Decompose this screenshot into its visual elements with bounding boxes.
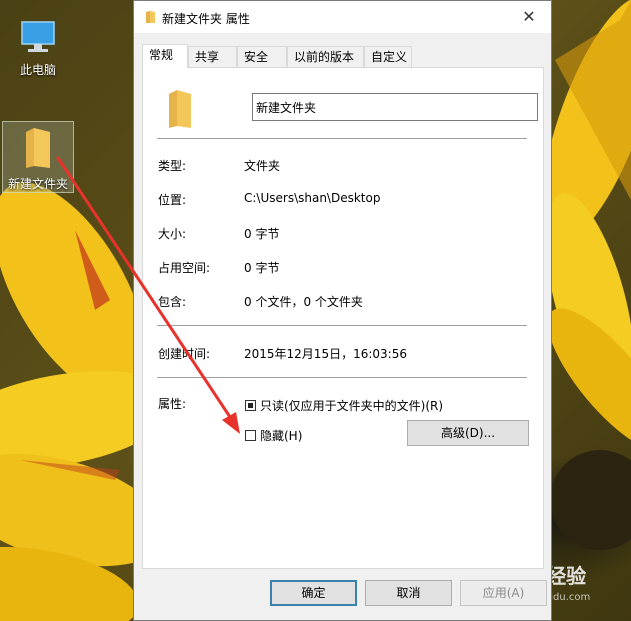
ok-button[interactable]: 确定 <box>270 580 357 606</box>
advanced-button[interactable]: 高级(D)... <box>407 420 529 446</box>
title-bar[interactable]: 新建文件夹 属性 ✕ <box>134 1 551 33</box>
desktop-icon-label: 新建文件夹 <box>7 177 68 191</box>
contains-value: 0 个文件，0 个文件夹 <box>244 295 363 309</box>
separator <box>157 138 527 139</box>
properties-dialog: 新建文件夹 属性 ✕ 常规 共享 安全 以前的版本 自定义 类型: 文件夹 位置… <box>133 0 552 621</box>
general-tab-panel: 类型: 文件夹 位置: C:\Users\shan\Desktop 大小: 0 … <box>142 67 544 569</box>
apply-button[interactable]: 应用(A) <box>460 580 547 606</box>
size-value: 0 字节 <box>244 227 280 241</box>
tab-security[interactable]: 安全 <box>237 46 287 67</box>
folder-icon <box>26 128 50 168</box>
contains-label: 包含: <box>158 295 187 309</box>
separator <box>157 325 527 326</box>
separator <box>157 377 527 378</box>
size-label: 大小: <box>158 227 187 241</box>
desktop-icon-label: 此电脑 <box>19 63 56 77</box>
cancel-button[interactable]: 取消 <box>365 580 452 606</box>
folder-name-input[interactable] <box>252 93 538 121</box>
desktop-icon-this-pc[interactable]: 此电脑 <box>3 20 73 78</box>
folder-icon <box>169 90 191 128</box>
attributes-label: 属性: <box>158 397 187 411</box>
created-label: 创建时间: <box>158 347 211 361</box>
folder-icon <box>146 11 155 23</box>
tab-general[interactable]: 常规 <box>142 44 188 68</box>
size-on-disk-value: 0 字节 <box>244 261 280 275</box>
location-label: 位置: <box>158 193 187 207</box>
tab-sharing[interactable]: 共享 <box>188 46 237 67</box>
type-value: 文件夹 <box>244 159 281 173</box>
tab-customize[interactable]: 自定义 <box>364 46 412 67</box>
computer-icon <box>21 21 55 52</box>
location-value: C:\Users\shan\Desktop <box>244 191 381 205</box>
tab-previous-versions[interactable]: 以前的版本 <box>287 46 364 67</box>
hidden-label[interactable]: 隐藏(H) <box>260 427 302 444</box>
readonly-checkbox[interactable] <box>245 400 256 411</box>
window-title: 新建文件夹 属性 <box>162 12 250 26</box>
close-button[interactable]: ✕ <box>507 1 551 33</box>
hidden-checkbox[interactable] <box>245 430 256 441</box>
type-label: 类型: <box>158 159 187 173</box>
created-value: 2015年12月15日，16:03:56 <box>244 347 407 361</box>
readonly-label[interactable]: 只读(仅应用于文件夹中的文件)(R) <box>260 397 443 414</box>
desktop-icon-new-folder[interactable]: 新建文件夹 <box>2 121 74 193</box>
size-on-disk-label: 占用空间: <box>158 261 211 275</box>
